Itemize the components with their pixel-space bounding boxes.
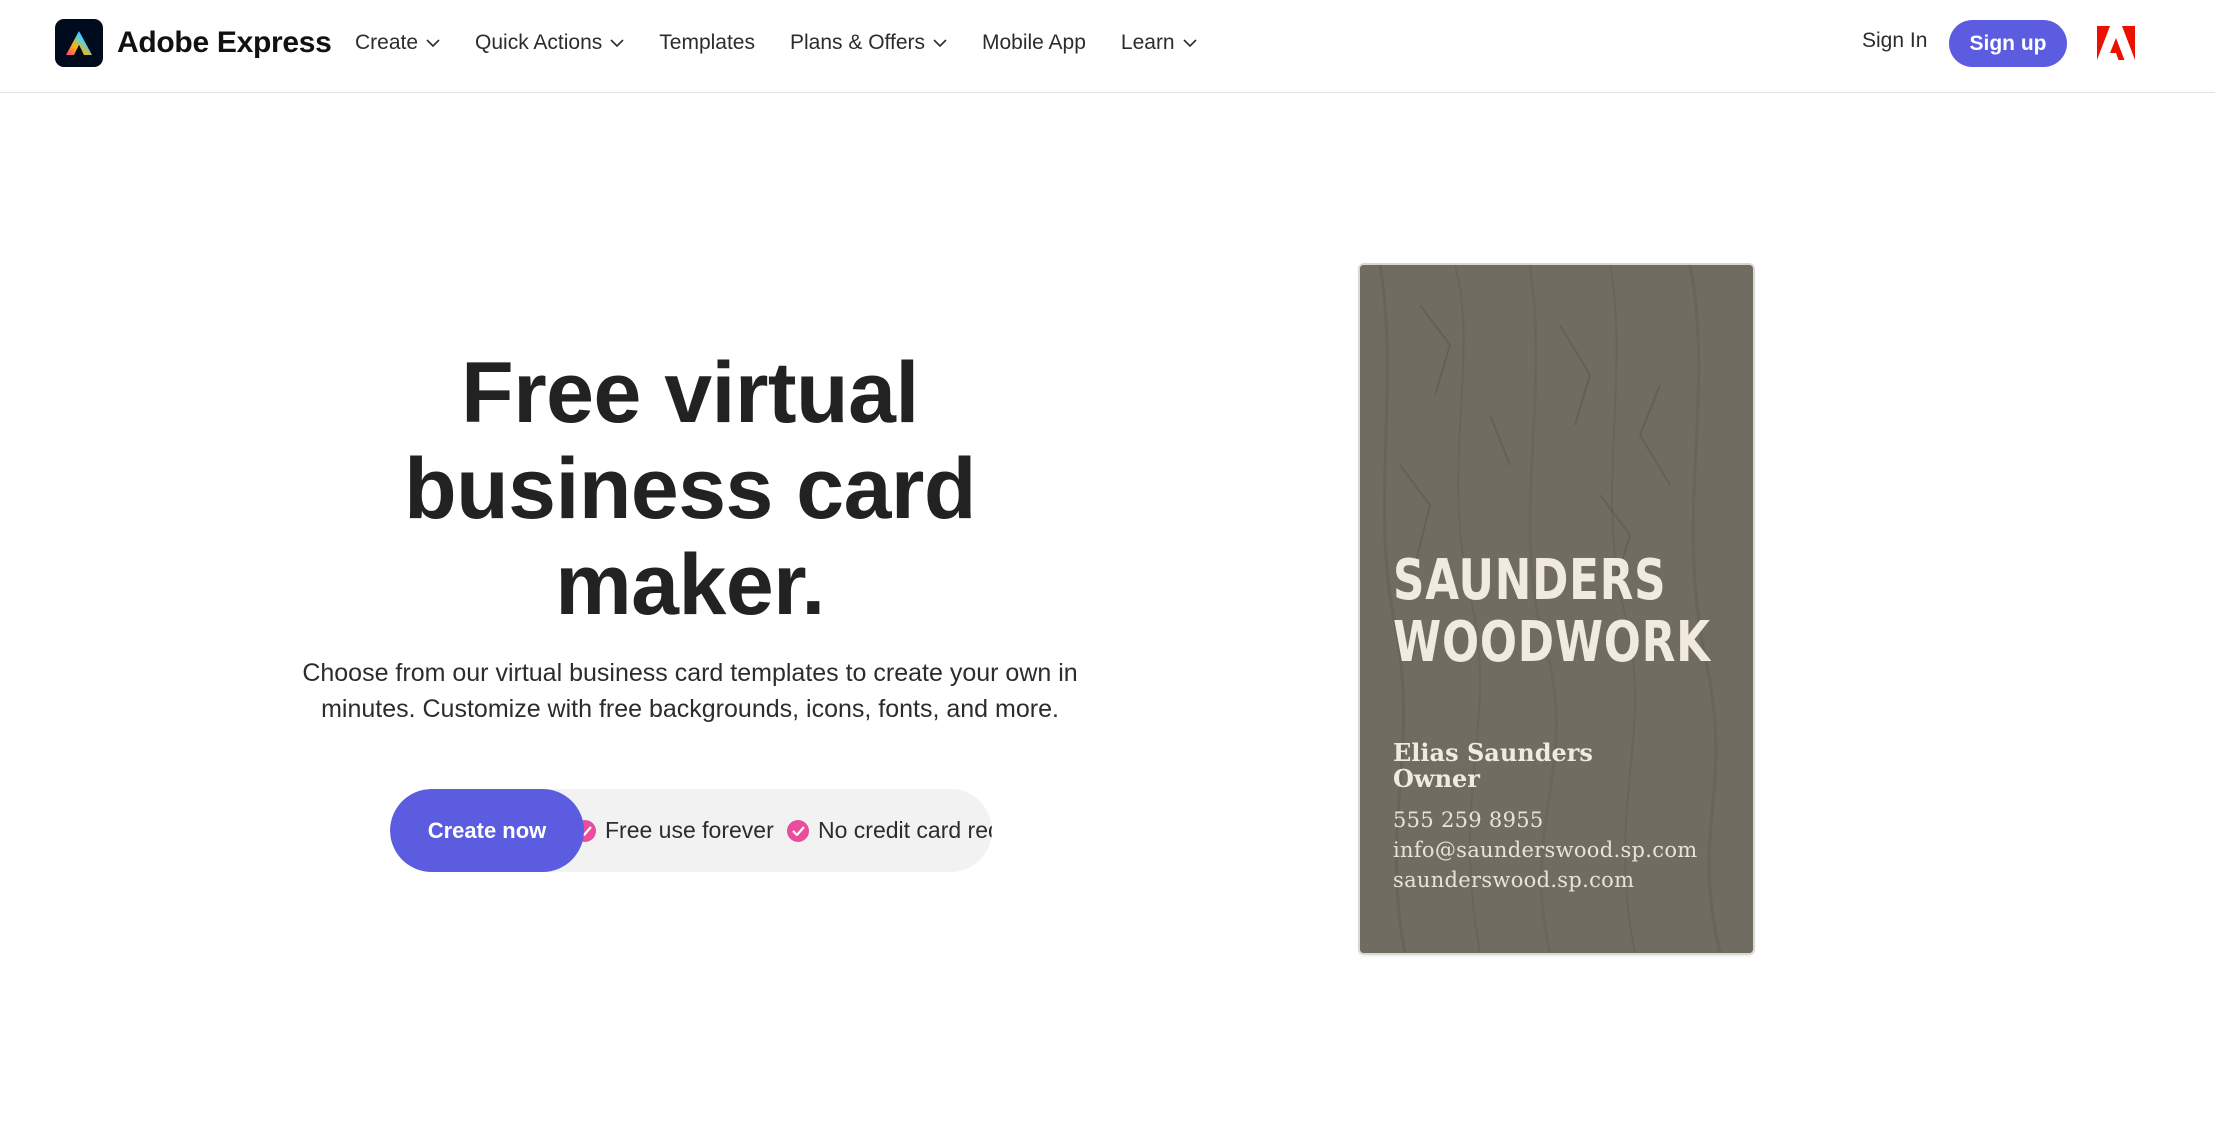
brand-home-link[interactable]: Adobe Express (55, 19, 332, 67)
nav-mobile-app-label: Mobile App (982, 31, 1086, 54)
hero-subtitle: Choose from our virtual business card te… (290, 655, 1090, 727)
nav-templates[interactable]: Templates (659, 31, 755, 55)
chevron-down-icon (933, 39, 947, 48)
chevron-down-icon (610, 39, 624, 48)
adobe-logo-icon[interactable] (2097, 26, 2135, 60)
cta-pill: Free use forever No credit card req Crea… (390, 789, 992, 872)
brand-name: Adobe Express (117, 26, 332, 59)
hero-subtitle-line: minutes. Customize with free backgrounds… (321, 695, 1059, 723)
nav-quick-actions[interactable]: Quick Actions (475, 31, 624, 55)
card-phone: 555 259 8955 (1393, 808, 1544, 832)
card-email: info@saunderswood.sp.com (1393, 838, 1698, 862)
hero-title: Free virtual business card maker. (300, 345, 1080, 633)
adobe-express-logo-icon (55, 19, 103, 67)
perk-no-credit-card: No credit card req (787, 789, 992, 872)
business-card-preview: SAUNDERS WOODWORK Elias Saunders Owner 5… (1360, 265, 1753, 953)
nav-create[interactable]: Create (355, 31, 440, 55)
chevron-down-icon (1183, 39, 1197, 48)
nav-quick-actions-label: Quick Actions (475, 31, 603, 54)
check-circle-icon (787, 819, 809, 842)
nav-mobile-app[interactable]: Mobile App (982, 31, 1086, 55)
nav-learn[interactable]: Learn (1121, 31, 1197, 55)
top-navigation-bar: Adobe Express Create Quick Actions Templ… (0, 0, 2215, 93)
hero-title-line: maker. (555, 537, 825, 633)
main-nav: Create Quick Actions Templates Plans & O… (355, 0, 1197, 86)
card-contact-info: 555 259 8955 info@saunderswood.sp.com sa… (1393, 805, 1743, 895)
card-person: Elias Saunders Owner (1393, 740, 1733, 792)
perk-free-use: Free use forever (574, 789, 774, 872)
card-website: saunderswood.sp.com (1393, 868, 1635, 892)
nav-create-label: Create (355, 31, 419, 54)
chevron-down-icon (426, 39, 440, 48)
sign-in-link[interactable]: Sign In (1862, 29, 1927, 53)
card-company-line: WOODWORK (1393, 610, 1711, 675)
hero-title-line: Free virtual (461, 345, 919, 441)
nav-plans-offers-label: Plans & Offers (789, 31, 925, 54)
card-company-line: SAUNDERS (1393, 548, 1667, 613)
card-person-name: Elias Saunders (1393, 738, 1593, 767)
card-person-role: Owner (1393, 764, 1480, 793)
hero-title-line: business card (404, 441, 976, 537)
nav-templates-label: Templates (659, 31, 755, 54)
perk-label: No credit card req (818, 817, 992, 843)
sign-up-button[interactable]: Sign up (1949, 20, 2067, 67)
nav-plans-offers[interactable]: Plans & Offers (790, 31, 947, 55)
card-company-name: SAUNDERS WOODWORK (1393, 548, 1711, 675)
create-now-button[interactable]: Create now (390, 789, 584, 872)
perk-label: Free use forever (605, 817, 774, 843)
hero-subtitle-line: Choose from our virtual business card te… (302, 659, 1078, 687)
nav-learn-label: Learn (1120, 31, 1175, 54)
